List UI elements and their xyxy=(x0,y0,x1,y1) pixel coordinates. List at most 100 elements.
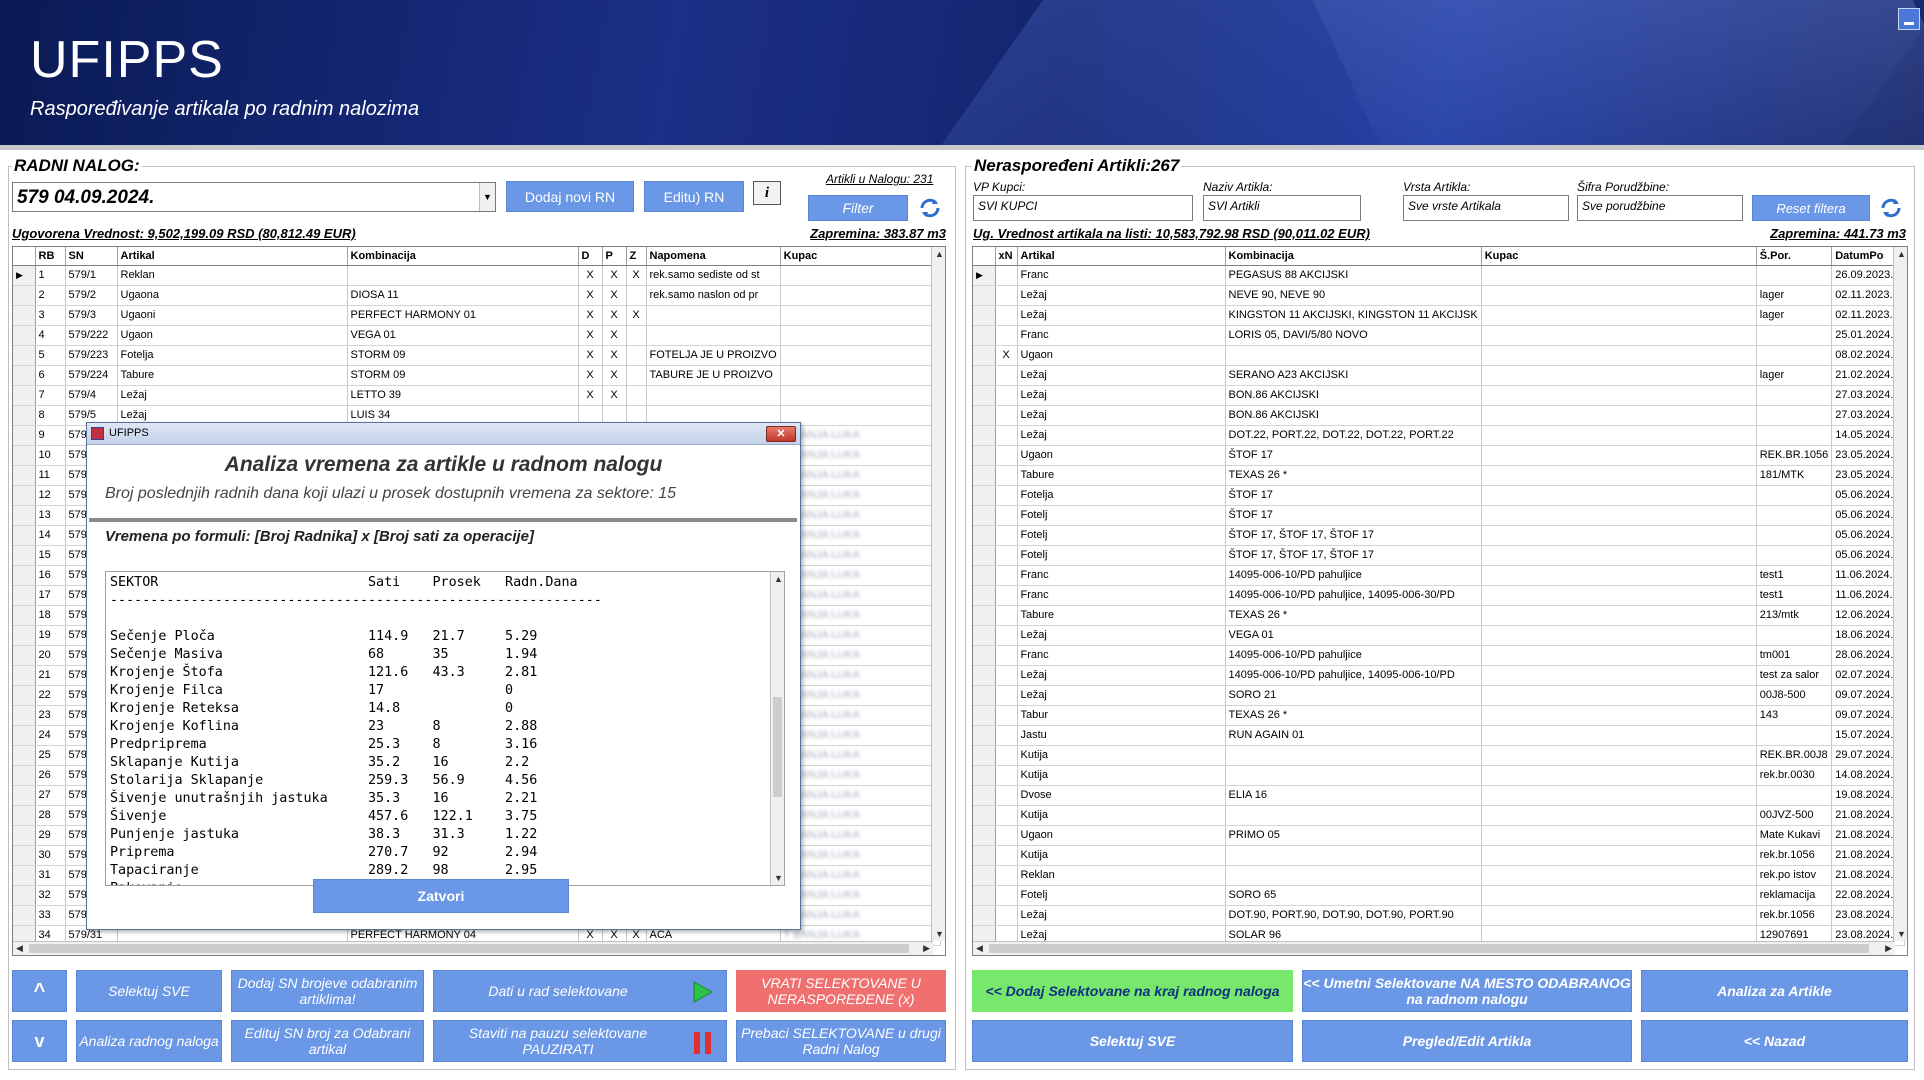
table-row[interactable]: Ležaj NEVE 90, NEVE 90 lager 02.11.2023. xyxy=(973,285,1906,306)
row-selector[interactable] xyxy=(973,325,996,346)
vscroll-thumb[interactable] xyxy=(773,697,782,797)
table-row[interactable]: Jastu RUN AGAIN 01 15.07.2024. xyxy=(973,725,1906,746)
table-row[interactable]: Ležaj DOT.22, PORT.22, DOT.22, DOT.22, PO… xyxy=(973,425,1906,446)
table-row[interactable]: Ležaj SERANO A23 AKCIJSKI lager 21.02.2024. xyxy=(973,365,1906,386)
row-selector[interactable] xyxy=(13,405,36,426)
scroll-up-icon[interactable]: ▲ xyxy=(935,249,944,259)
column-header[interactable]: Artikal xyxy=(1017,247,1226,266)
row-selector[interactable] xyxy=(973,845,996,866)
pause-button[interactable]: Staviti na pauzu selektovane PAUZIRATI xyxy=(433,1020,727,1062)
info-button[interactable]: i xyxy=(753,181,781,205)
row-selector[interactable] xyxy=(973,905,996,926)
row-selector[interactable] xyxy=(13,445,36,466)
edit-sn-button[interactable]: Edituj SN broj za Odabrani artikal xyxy=(231,1020,424,1062)
row-selector[interactable] xyxy=(13,685,36,706)
time-report-textbox[interactable]: SEKTOR Sati Prosek Radn.Dana -----------… xyxy=(105,571,785,886)
row-selector[interactable] xyxy=(973,665,996,686)
row-selector[interactable] xyxy=(973,805,996,826)
row-selector[interactable] xyxy=(13,465,36,486)
column-header[interactable]: Napomena xyxy=(646,247,781,266)
table-row[interactable]: Tabure TEXAS 26 * 181/MTK 23.05.2024. xyxy=(973,465,1906,486)
column-header[interactable]: Kupac xyxy=(780,247,941,266)
row-selector[interactable] xyxy=(973,685,996,706)
table-row[interactable]: Ležaj VEGA 01 18.06.2024. xyxy=(973,625,1906,646)
row-selector[interactable] xyxy=(973,345,996,366)
scroll-down-icon[interactable]: ▼ xyxy=(1897,929,1906,939)
hscroll-thumb[interactable] xyxy=(29,944,909,953)
row-selector[interactable] xyxy=(13,805,36,826)
table-row[interactable]: Franc 14095-006-10/PD pahuljice, 14095-00… xyxy=(973,585,1906,606)
start-work-button[interactable]: Dati u rad selektovane xyxy=(433,970,727,1012)
table-row[interactable]: Ležaj KINGSTON 11 AKCIJSKI, KINGSTON 11 A… xyxy=(973,305,1906,326)
row-selector[interactable] xyxy=(13,885,36,906)
row-selector[interactable] xyxy=(13,385,36,406)
row-selector[interactable] xyxy=(13,725,36,746)
row-selector[interactable] xyxy=(973,285,996,306)
row-selector[interactable] xyxy=(13,305,36,326)
table-row[interactable]: Fotelj ŠTOF 17 05.06.2024. xyxy=(973,505,1906,526)
row-selector[interactable] xyxy=(973,765,996,786)
table-row[interactable]: 3 579/3 Ugaoni PERFECT HARMONY 01 X X X xyxy=(13,305,941,326)
scroll-down-icon[interactable]: ▼ xyxy=(935,929,944,939)
unassigned-grid-vscroll[interactable]: ▲ ▼ xyxy=(1893,247,1907,941)
table-row[interactable]: Fotelj SORO 65 reklamacija 22.08.2024. xyxy=(973,885,1906,906)
row-selector[interactable] xyxy=(13,865,36,886)
row-selector[interactable] xyxy=(973,545,996,566)
refresh-icon[interactable] xyxy=(917,196,943,220)
back-button[interactable]: << Nazad xyxy=(1641,1020,1908,1062)
scroll-down-icon[interactable]: ▼ xyxy=(774,873,783,883)
row-selector[interactable] xyxy=(973,505,996,526)
unassigned-grid-hscroll[interactable]: ◀ ▶ xyxy=(973,941,1895,955)
row-selector[interactable] xyxy=(13,525,36,546)
row-selector[interactable] xyxy=(13,845,36,866)
row-selector[interactable] xyxy=(973,585,996,606)
table-row[interactable]: Ležaj SORO 21 00J8-500 09.07.2024. xyxy=(973,685,1906,706)
table-row[interactable]: Fotelj ŠTOF 17, ŠTOF 17, ŠTOF 17 05.06.202… xyxy=(973,545,1906,566)
column-header[interactable]: xN xyxy=(995,247,1018,266)
add-to-end-button[interactable]: << Dodaj Selektovane na kraj radnog nalo… xyxy=(972,970,1293,1012)
row-selector[interactable] xyxy=(973,745,996,766)
row-selector[interactable] xyxy=(973,565,996,586)
row-selector[interactable] xyxy=(13,765,36,786)
select-all-order-button[interactable]: Selektuj SVE xyxy=(76,970,222,1012)
row-selector[interactable] xyxy=(973,485,996,506)
table-row[interactable]: Ležaj BON.86 AKCIJSKI 27.03.2024. xyxy=(973,405,1906,426)
table-row[interactable]: Dvose ELIA 16 19.08.2024. xyxy=(973,785,1906,806)
row-selector[interactable] xyxy=(973,865,996,886)
move-to-order-button[interactable]: Prebaci SELEKTOVANE u drugi Radni Nalog xyxy=(736,1020,946,1062)
dialog-titlebar[interactable]: UFIPPS ✕ xyxy=(87,423,800,445)
table-row[interactable]: Kutija rek.br.1056 21.08.2024. xyxy=(973,845,1906,866)
move-up-button[interactable]: ^ xyxy=(12,970,67,1012)
row-selector[interactable] xyxy=(973,625,996,646)
edit-order-button[interactable]: Editu) RN xyxy=(644,181,744,212)
column-header[interactable]: D xyxy=(578,247,603,266)
order-grid-hscroll[interactable]: ◀ ▶ xyxy=(13,941,933,955)
row-selector[interactable] xyxy=(973,785,996,806)
table-row[interactable]: Fotelja ŠTOF 17 05.06.2024. xyxy=(973,485,1906,506)
row-selector[interactable] xyxy=(973,885,996,906)
row-selector[interactable] xyxy=(973,365,996,386)
table-row[interactable]: Ležaj 14095-006-10/PD pahuljice, 14095-00… xyxy=(973,665,1906,686)
filter-type-field[interactable]: Sve vrste Artikala xyxy=(1403,195,1569,221)
table-row[interactable]: Kutija REK.BR.00J8 29.07.2024. xyxy=(973,745,1906,766)
table-row[interactable]: 6 579/224 Tabure STORM 09 X X TABURE JE U PROI… xyxy=(13,365,941,386)
move-down-button[interactable]: v xyxy=(12,1020,67,1062)
table-row[interactable]: 5 579/223 Fotelja STORM 09 X X FOTELJA JE U PR… xyxy=(13,345,941,366)
scroll-up-icon[interactable]: ▲ xyxy=(1897,249,1906,259)
row-selector[interactable] xyxy=(973,705,996,726)
column-header[interactable]: Kombinacija xyxy=(347,247,579,266)
row-selector[interactable] xyxy=(13,485,36,506)
reset-filters-button[interactable]: Reset filtera xyxy=(1752,195,1870,221)
table-row[interactable]: ▶ Franc PEGASUS 88 AKCIJSKI 26.09.2023. xyxy=(973,265,1906,286)
order-select[interactable]: 579 04.09.2024. ▼ xyxy=(12,182,496,212)
row-selector[interactable] xyxy=(13,665,36,686)
table-row[interactable]: 4 579/222 Ugaon VEGA 01 X X xyxy=(13,325,941,346)
order-analysis-button[interactable]: Analiza radnog naloga xyxy=(76,1020,222,1062)
row-selector[interactable] xyxy=(13,565,36,586)
row-selector[interactable] xyxy=(13,625,36,646)
row-selector[interactable] xyxy=(973,445,996,466)
select-all-unassigned-button[interactable]: Selektuj SVE xyxy=(972,1020,1293,1062)
row-selector[interactable] xyxy=(973,725,996,746)
scroll-left-icon[interactable]: ◀ xyxy=(976,943,983,954)
table-row[interactable]: X Ugaon 08.02.2024. xyxy=(973,345,1906,366)
